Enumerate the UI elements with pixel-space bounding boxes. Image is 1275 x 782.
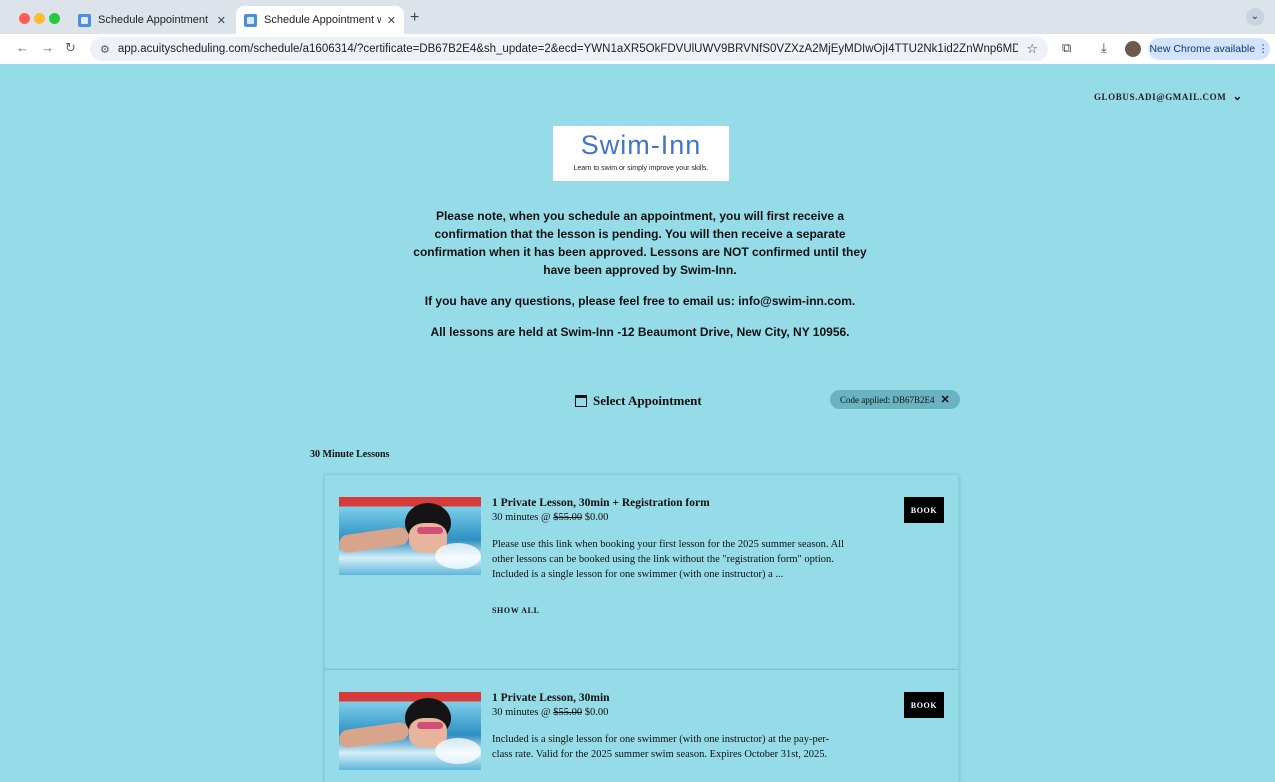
coupon-code-label: Code applied: DB67B2E4 <box>840 394 935 405</box>
user-account-menu[interactable]: GLOBUS.ADI@GMAIL.COM ⌄ <box>1094 89 1243 104</box>
original-price: $55.00 <box>553 512 583 523</box>
duration: 30 minutes @ <box>492 707 551 718</box>
browser-tab-bar: Schedule Appointment with S ✕ Schedule A… <box>0 0 1275 34</box>
book-button[interactable]: BOOK <box>904 692 944 718</box>
appointment-type-card: 1 Private Lesson, 30min + Registration f… <box>324 474 959 670</box>
original-price: $55.00 <box>553 707 583 718</box>
coupon-code-chip: Code applied: DB67B2E4 ✕ <box>830 390 960 409</box>
discounted-price: $0.00 <box>584 512 609 523</box>
close-tab-icon[interactable]: ✕ <box>387 14 396 27</box>
book-button[interactable]: BOOK <box>904 497 944 523</box>
forward-arrow-icon[interactable]: → <box>41 40 54 55</box>
swimmer-photo <box>339 692 481 770</box>
remove-code-icon[interactable]: ✕ <box>941 393 950 406</box>
appointment-title: 1 Private Lesson, 30min <box>492 692 610 704</box>
swimmer-photo <box>339 497 481 575</box>
chrome-update-label: New Chrome available <box>1149 43 1256 55</box>
chrome-update-button[interactable]: New Chrome available ⋮ <box>1148 38 1270 60</box>
browser-toolbar: ← → ↻ ⚙ app.acuityscheduling.com/schedul… <box>0 34 1275 64</box>
appointment-info: 1 Private Lesson, 30min + Registration f… <box>492 497 852 615</box>
select-appointment-heading: Select Appointment <box>575 393 702 409</box>
tab-title: Schedule Appointment with S <box>98 14 211 26</box>
logo-name: Swim-Inn <box>580 130 702 160</box>
back-arrow-icon[interactable]: ← <box>16 40 29 55</box>
calendar-icon <box>575 395 587 407</box>
url-text[interactable]: app.acuityscheduling.com/schedule/a16063… <box>118 43 1018 55</box>
browser-tab-1[interactable]: Schedule Appointment with S ✕ <box>70 6 234 34</box>
minimize-window-button[interactable] <box>34 13 45 24</box>
profile-avatar[interactable] <box>1125 41 1141 57</box>
appointment-duration-price: 30 minutes @ $55.00 $0.00 <box>492 707 852 718</box>
duration: 30 minutes @ <box>492 512 551 523</box>
notice-pending: Please note, when you schedule an appoin… <box>413 209 867 277</box>
close-tab-icon[interactable]: ✕ <box>217 14 226 27</box>
show-all-link[interactable]: SHOW ALL <box>492 606 852 615</box>
chevron-down-icon: ⌄ <box>1232 89 1243 103</box>
notice-contact: If you have any questions, please feel f… <box>424 294 856 308</box>
tab-title: Schedule Appointment with S <box>264 14 381 26</box>
bookmark-star-icon[interactable]: ☆ <box>1026 41 1038 57</box>
extensions-puzzle-icon[interactable]: ⧉ <box>1062 40 1071 56</box>
download-icon[interactable]: ⤓ <box>1101 40 1107 56</box>
appointment-type-card: 1 Private Lesson, 30min 30 minutes @ $55… <box>324 669 959 782</box>
select-appointment-label: Select Appointment <box>593 393 702 408</box>
site-settings-icon[interactable]: ⚙ <box>100 43 110 56</box>
swim-inn-logo: Swim-Inn Learn to swim or simply improve… <box>553 126 729 181</box>
appointment-description: Please use this link when booking your f… <box>492 539 845 580</box>
reload-icon[interactable]: ↻ <box>65 40 76 56</box>
discounted-price: $0.00 <box>584 707 609 718</box>
scheduling-page: GLOBUS.ADI@GMAIL.COM ⌄ Swim-Inn Learn to… <box>0 64 1275 782</box>
logo-tagline: Learn to swim or simply improve your ski… <box>573 165 709 172</box>
notice-location: All lessons are held at Swim-Inn -12 Bea… <box>430 325 850 339</box>
booking-notice: Please note, when you schedule an appoin… <box>400 207 880 354</box>
address-bar[interactable]: ⚙ app.acuityscheduling.com/schedule/a160… <box>90 37 1048 61</box>
appointment-duration-price: 30 minutes @ $55.00 $0.00 <box>492 512 852 523</box>
category-title: 30 Minute Lessons <box>310 449 390 460</box>
user-email: GLOBUS.ADI@GMAIL.COM <box>1093 91 1227 102</box>
new-tab-button[interactable]: + <box>410 9 419 27</box>
maximize-window-button[interactable] <box>49 13 60 24</box>
appointment-info: 1 Private Lesson, 30min 30 minutes @ $55… <box>492 692 852 762</box>
browser-tab-2[interactable]: Schedule Appointment with S ✕ <box>236 6 404 34</box>
acuity-favicon-icon <box>244 13 257 27</box>
acuity-favicon-icon <box>78 13 91 27</box>
close-window-button[interactable] <box>19 13 30 24</box>
appointment-title: 1 Private Lesson, 30min + Registration f… <box>492 497 710 509</box>
tab-search-chevron-icon[interactable]: ⌄ <box>1246 8 1264 26</box>
appointment-description: Included is a single lesson for one swim… <box>492 734 830 760</box>
